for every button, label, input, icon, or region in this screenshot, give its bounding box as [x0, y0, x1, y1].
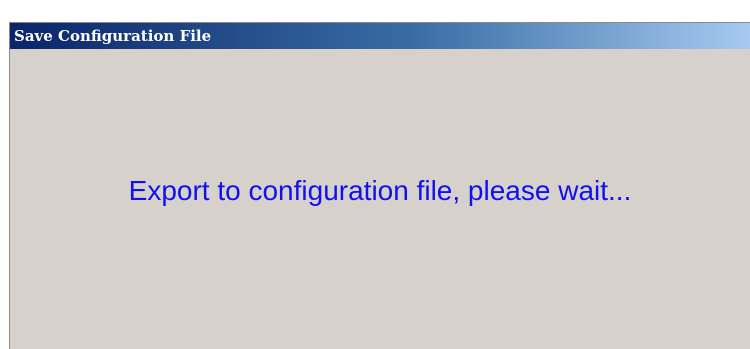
- dialog-title: Save Configuration File: [14, 27, 212, 45]
- status-message: Export to configuration file, please wai…: [128, 175, 632, 206]
- page: Save Configuration File Export to config…: [0, 0, 750, 349]
- dialog-titlebar: Save Configuration File: [10, 23, 750, 49]
- save-configuration-dialog: Save Configuration File Export to config…: [9, 22, 750, 349]
